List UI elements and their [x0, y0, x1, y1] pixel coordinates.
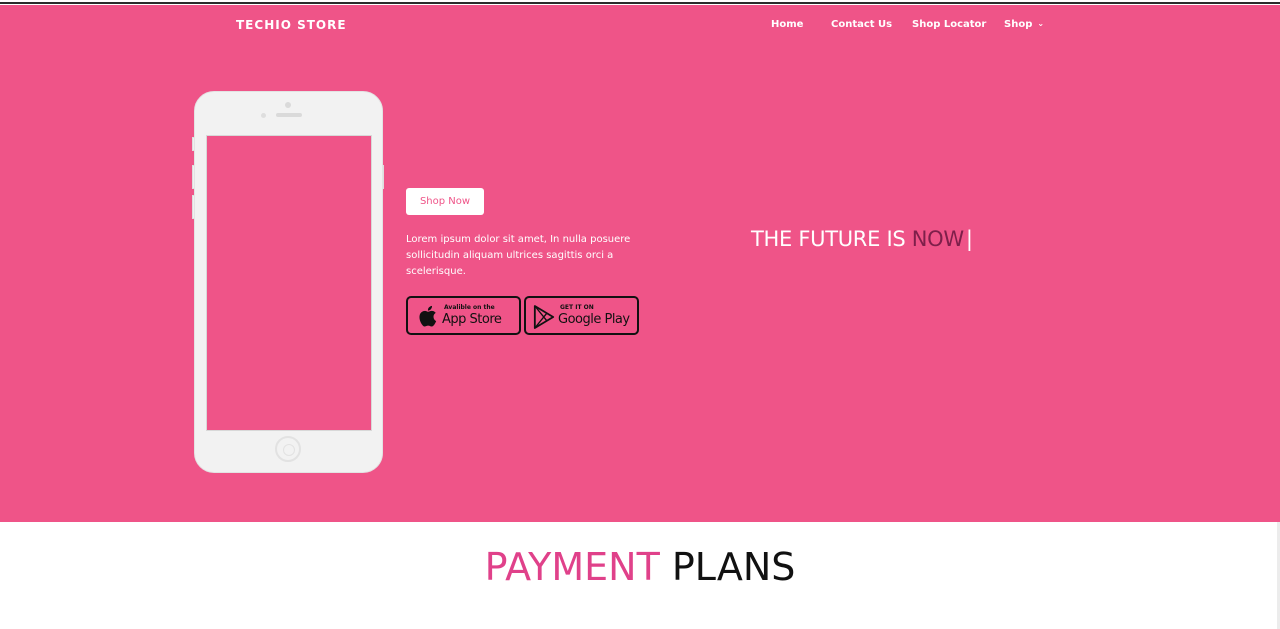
- hero-description: Lorem ipsum dolor sit amet, In nulla pos…: [406, 234, 631, 277]
- phone-screen: [206, 135, 372, 431]
- payment-plans-heading: PAYMENT PLANS: [0, 545, 1280, 589]
- google-play-icon: [533, 305, 555, 329]
- google-play-badge[interactable]: GET IT ON Google Play: [524, 296, 639, 335]
- nav-contact-us[interactable]: Contact Us: [831, 19, 892, 30]
- phone-sensor: [261, 113, 266, 118]
- main-nav: Home Contact Us Shop Locator Shop ⌄: [0, 19, 1280, 39]
- phone-home-button: [275, 436, 301, 462]
- phone-body: [194, 91, 383, 473]
- google-play-small-text: GET IT ON: [560, 304, 594, 311]
- nav-shop-locator[interactable]: Shop Locator: [912, 19, 986, 30]
- nav-home[interactable]: Home: [771, 19, 803, 30]
- app-store-small-text: Avalible on the: [444, 304, 495, 311]
- hero-section: TECHIO STORE Home Contact Us Shop Locato…: [0, 5, 1280, 522]
- tagline-prefix: THE FUTURE IS: [751, 227, 912, 251]
- chevron-down-icon: ⌄: [1037, 19, 1045, 28]
- nav-shop[interactable]: Shop ⌄: [1004, 19, 1044, 30]
- app-store-badge[interactable]: Avalible on the App Store: [406, 296, 521, 335]
- heading-part-1: PAYMENT: [484, 545, 660, 589]
- hero-tagline: THE FUTURE IS NOW|: [751, 227, 973, 251]
- typing-cursor: |: [965, 227, 973, 251]
- nav-shop-label: Shop: [1004, 19, 1033, 30]
- phone-camera: [285, 102, 291, 108]
- google-play-big-text: Google Play: [558, 312, 630, 327]
- apple-icon: [419, 305, 437, 327]
- heading-part-2: PLANS: [671, 545, 796, 589]
- phone-speaker: [276, 113, 302, 117]
- app-store-big-text: App Store: [442, 312, 502, 327]
- tagline-highlight: NOW: [911, 227, 964, 251]
- top-border: [0, 0, 1280, 4]
- shop-now-button[interactable]: Shop Now: [406, 188, 484, 215]
